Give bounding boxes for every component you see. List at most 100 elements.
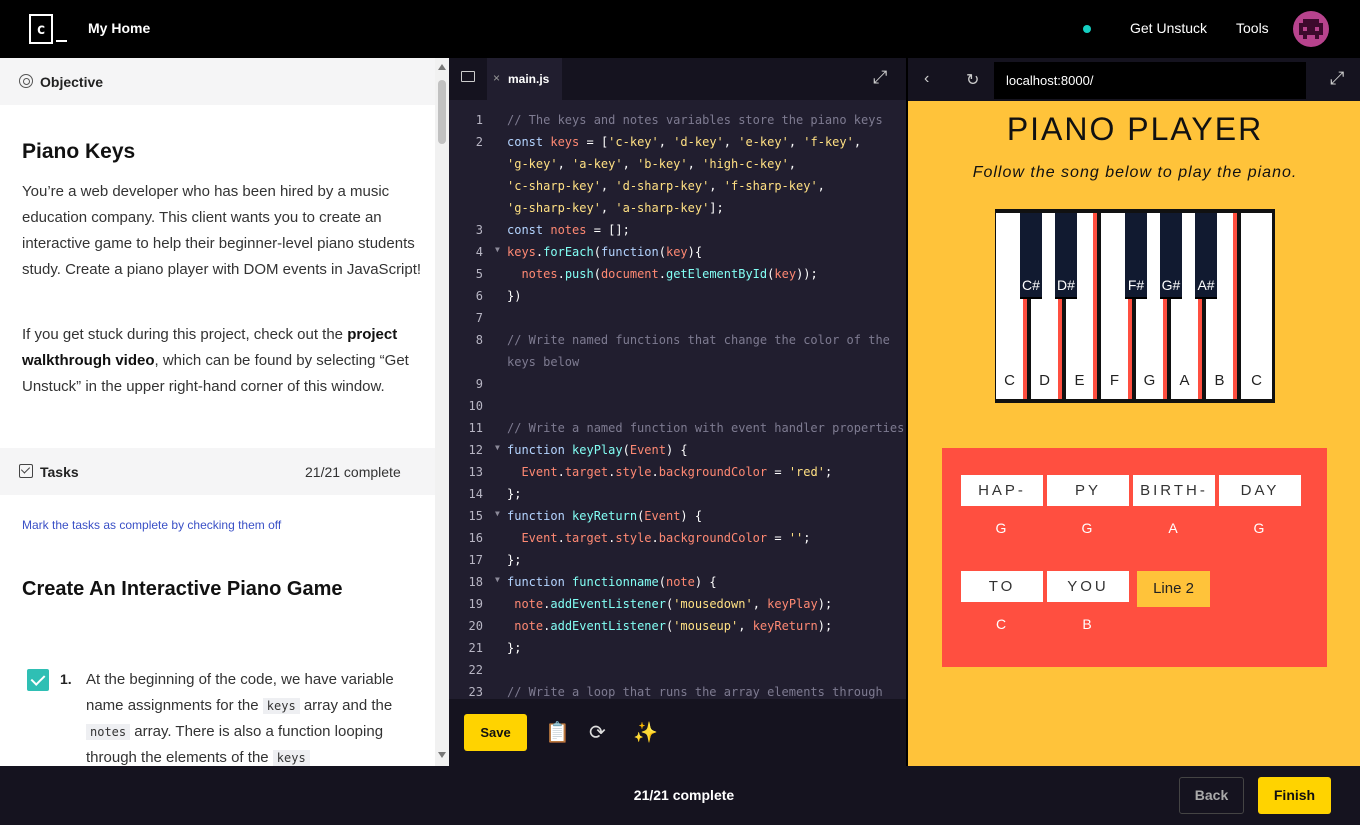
inline-code: keys — [272, 750, 310, 766]
folder-icon[interactable] — [461, 71, 475, 82]
line-number: 21 — [468, 641, 483, 655]
back-arrow-icon[interactable]: ‹ — [924, 70, 929, 88]
editor-header: × main.js ⤢ — [449, 58, 906, 100]
back-button[interactable]: Back — [1179, 777, 1244, 814]
inline-code: notes — [86, 724, 131, 740]
white-key[interactable]: C — [1241, 213, 1272, 399]
tools-button[interactable]: Tools — [1236, 20, 1269, 36]
task-1-text: At the beginning of the code, we have va… — [86, 667, 416, 766]
line-number: 15 — [468, 509, 483, 523]
line-number: 6 — [475, 289, 483, 303]
code-editor: × main.js ⤢ 1 2 3 4 5 6 7 8 9 10 11 12 13 14 15 16 17 18 1… — [449, 58, 906, 766]
lesson-pane: Objective Piano Keys You’re a web develo… — [0, 58, 449, 766]
reload-icon[interactable]: ↻ — [966, 70, 979, 90]
close-icon[interactable]: × — [493, 71, 500, 85]
code-line: function keyPlay(Event) { — [507, 443, 688, 457]
line-number: 4 — [475, 245, 483, 259]
code-area[interactable]: 1 2 3 4 5 6 7 8 9 10 11 12 13 14 15 16 17 18 19 20 21 22 23 ▼ … — [449, 113, 906, 703]
copy-to-clipboard-icon[interactable]: 📋 — [545, 723, 570, 743]
logo-underscore — [56, 40, 67, 42]
tasks-label: Tasks — [40, 464, 79, 480]
song-note: C — [995, 616, 1007, 632]
song-note: G — [1081, 520, 1093, 536]
code-line: notes.push(document.getElementById(key))… — [521, 267, 818, 281]
code-line: }; — [507, 553, 522, 567]
expand-icon[interactable]: ⤢ — [1330, 68, 1344, 89]
lesson-scrollbar[interactable] — [435, 58, 449, 766]
task-1-checkbox[interactable] — [27, 669, 49, 691]
scroll-up-icon[interactable] — [438, 64, 446, 70]
my-home-link[interactable]: My Home — [88, 20, 150, 36]
task-text: array. There is also a function looping … — [86, 723, 384, 766]
black-key[interactable]: D# — [1055, 213, 1077, 299]
code-line: keys below — [507, 355, 580, 369]
bottom-bar: 21/21 complete Back Finish — [0, 766, 1360, 825]
line-number: 16 — [468, 531, 483, 545]
save-button[interactable]: Save — [464, 714, 527, 751]
line-number: 7 — [475, 311, 483, 325]
avatar[interactable] — [1293, 11, 1329, 47]
fold-arrow-icon[interactable]: ▼ — [495, 575, 500, 584]
code-line: keys.forEach(function(key){ — [507, 245, 703, 259]
song-word: TO — [961, 571, 1043, 602]
line-number: 3 — [475, 223, 483, 237]
fold-arrow-icon[interactable]: ▼ — [495, 245, 500, 254]
code-line: 'c-sharp-key', 'd-sharp-key', 'f-sharp-k… — [507, 179, 825, 193]
tasks-header: Tasks 21/21 complete — [0, 448, 435, 495]
target-icon — [19, 74, 33, 88]
line-number: 18 — [468, 575, 483, 589]
scroll-down-icon[interactable] — [438, 752, 446, 758]
line-number: 1 — [475, 113, 483, 127]
page-subtitle: Follow the song below to play the piano. — [972, 164, 1298, 181]
black-key[interactable]: A# — [1195, 213, 1217, 299]
line-number: 23 — [468, 685, 483, 699]
code-line: 'g-sharp-key', 'a-sharp-key']; — [507, 201, 724, 215]
song-word: HAP- — [961, 475, 1043, 506]
song-word: BIRTH- — [1133, 475, 1215, 506]
refresh-icon[interactable]: ⟳ — [589, 723, 606, 743]
url-bar[interactable]: localhost:8000/ — [994, 62, 1306, 99]
line-2-button[interactable]: Line 2 — [1137, 571, 1210, 607]
code-line: note.addEventListener('mouseup', keyRetu… — [514, 619, 833, 633]
line-number: 14 — [468, 487, 483, 501]
line-number: 13 — [468, 465, 483, 479]
editor-footer: Save 📋 ⟳ ✨ — [449, 699, 906, 766]
fold-arrow-icon[interactable]: ▼ — [495, 509, 500, 518]
browser-toolbar: ‹ ↻ localhost:8000/ ⤢ — [908, 58, 1360, 101]
code-line: function keyReturn(Event) { — [507, 509, 703, 523]
magic-wand-icon[interactable]: ✨ — [633, 723, 658, 743]
tasks-count: 21/21 complete — [305, 464, 401, 480]
objective-label: Objective — [40, 74, 104, 90]
line-number: 5 — [475, 267, 483, 281]
stuck-text-1: If you get stuck during this project, ch… — [22, 326, 348, 343]
fold-arrow-icon[interactable]: ▼ — [495, 443, 500, 452]
code-line: // Write named functions that change the… — [507, 333, 890, 347]
code-line: Event.target.style.backgroundColor = ''; — [521, 531, 811, 545]
get-unstuck-button[interactable]: Get Unstuck — [1130, 20, 1207, 36]
tab-main-js[interactable]: × main.js — [487, 58, 562, 100]
song-word: DAY — [1219, 475, 1301, 506]
black-key[interactable]: C# — [1020, 213, 1042, 299]
intro-paragraph: You’re a web developer who has been hire… — [22, 183, 422, 278]
logo-box: c — [29, 14, 53, 44]
black-key[interactable]: G# — [1160, 213, 1182, 299]
song-panel: Line 2 HAP- PY BIRTH- DAY TO YOU G G A G C B — [942, 448, 1327, 667]
finish-button[interactable]: Finish — [1258, 777, 1331, 814]
codecademy-logo[interactable]: c — [29, 14, 67, 44]
song-note: G — [995, 520, 1007, 536]
inline-code: keys — [262, 698, 300, 714]
black-key[interactable]: F# — [1125, 213, 1147, 299]
scroll-thumb[interactable] — [438, 80, 446, 144]
code-line: // Write a loop that runs the array elem… — [507, 685, 883, 699]
code-line: note.addEventListener('mousedown', keyPl… — [514, 597, 833, 611]
objective-header: Objective — [0, 58, 435, 105]
expand-icon[interactable]: ⤢ — [873, 67, 887, 88]
line-number: 12 — [468, 443, 483, 457]
mark-tasks-hint: Mark the tasks as complete by checking t… — [22, 518, 282, 532]
page-title: PIANO PLAYER — [1006, 111, 1264, 147]
task-1-number: 1. — [60, 671, 72, 687]
song-word: YOU — [1047, 571, 1129, 602]
code-line: const notes = []; — [507, 223, 630, 237]
section-title: Create An Interactive Piano Game — [22, 578, 343, 600]
status-dot-icon — [1083, 25, 1091, 33]
